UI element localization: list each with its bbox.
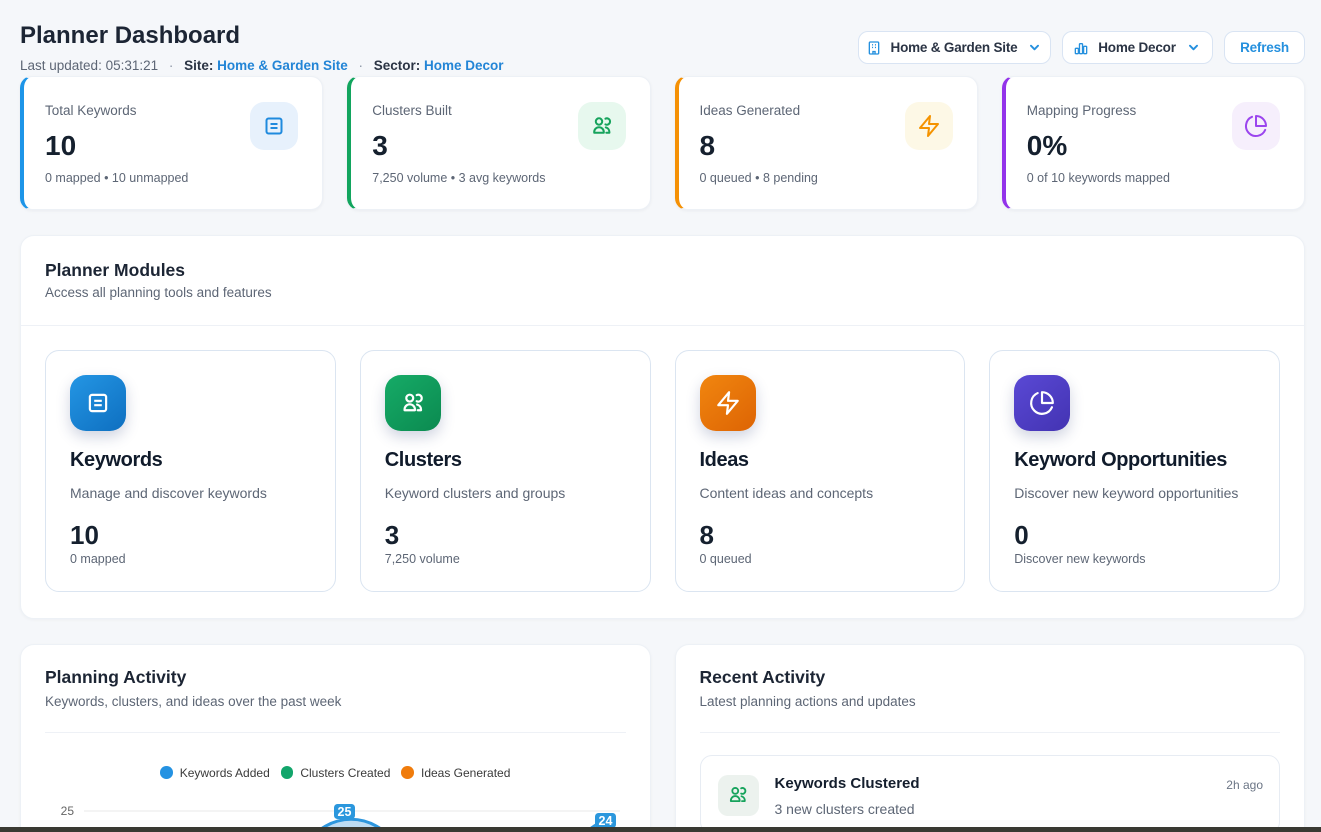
svg-text:25: 25 [338, 805, 352, 819]
svg-text:25: 25 [61, 804, 75, 818]
svg-text:24: 24 [599, 814, 613, 828]
